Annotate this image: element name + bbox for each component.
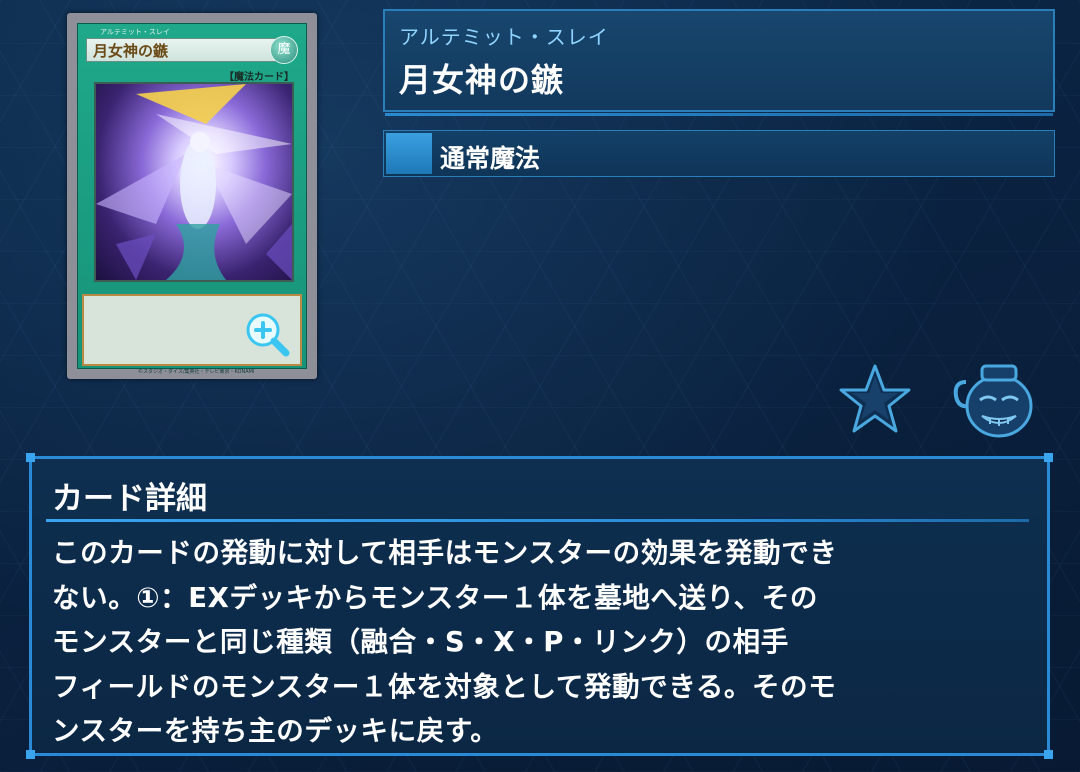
card-image-name-text: 月女神の鏃 bbox=[93, 42, 169, 60]
card-ruby-name: アルテミット・スレイ bbox=[399, 25, 609, 49]
card-image-ruby: アルテミット・スレイ bbox=[100, 28, 170, 36]
card-type-label: 通常魔法 bbox=[440, 144, 541, 173]
effect-text-line: モンスターと同じ種類（融合・S・X・P・リンク）の相手 bbox=[52, 626, 789, 658]
card-detail-panel: カード詳細 このカードの発動に対して相手はモンスターの効果を発動でき ない。①：… bbox=[26, 453, 1053, 759]
card-title-panel: アルテミット・スレイ 月女神の鏃 bbox=[383, 9, 1055, 116]
panel-corner bbox=[1044, 750, 1053, 759]
card-type-accent bbox=[386, 133, 432, 174]
effect-text-line: ない。①：EXデッキからモンスター１体を墓地へ送り、その bbox=[52, 581, 818, 614]
card-detail-heading: カード詳細 bbox=[52, 481, 207, 517]
effect-text-line: フィールドのモンスター１体を対象として発動できる。そのモ bbox=[52, 670, 837, 703]
card-image[interactable]: 月女神の鏃 アルテミット・スレイ 魔 【魔法カード】 ©スタジオ・ダイス/集英社… bbox=[67, 13, 317, 379]
attribute-icon: 魔 bbox=[270, 36, 298, 64]
card-image-name: 月女神の鏃 bbox=[86, 38, 276, 62]
pot-of-greed-icon[interactable] bbox=[952, 358, 1038, 440]
card-effect-text: このカードの発動に対して相手はモンスターの効果を発動でき ない。①：EXデッキか… bbox=[52, 531, 1032, 754]
panel-corner bbox=[26, 453, 35, 462]
panel-corner bbox=[26, 750, 35, 759]
effect-text-line: このカードの発動に対して相手はモンスターの効果を発動でき bbox=[52, 537, 838, 569]
card-image-type-line: 【魔法カード】 bbox=[224, 72, 294, 83]
card-detail-divider bbox=[46, 519, 1029, 522]
card-text-box bbox=[82, 294, 302, 366]
card-frame: 月女神の鏃 アルテミット・スレイ 魔 【魔法カード】 ©スタジオ・ダイス/集英社… bbox=[77, 23, 307, 375]
card-title: 月女神の鏃 bbox=[399, 61, 565, 99]
panel-corner bbox=[1044, 453, 1053, 462]
star-icon[interactable] bbox=[838, 363, 912, 435]
card-type-panel: 通常魔法 bbox=[383, 130, 1055, 177]
card-artwork bbox=[94, 82, 294, 282]
zoom-in-icon[interactable] bbox=[244, 311, 290, 357]
card-copyright: ©スタジオ・ダイス/集英社・テレビ東京・KONAMI bbox=[138, 369, 255, 375]
effect-text-line: ンスターを持ち主のデッキに戻す。 bbox=[52, 715, 499, 747]
